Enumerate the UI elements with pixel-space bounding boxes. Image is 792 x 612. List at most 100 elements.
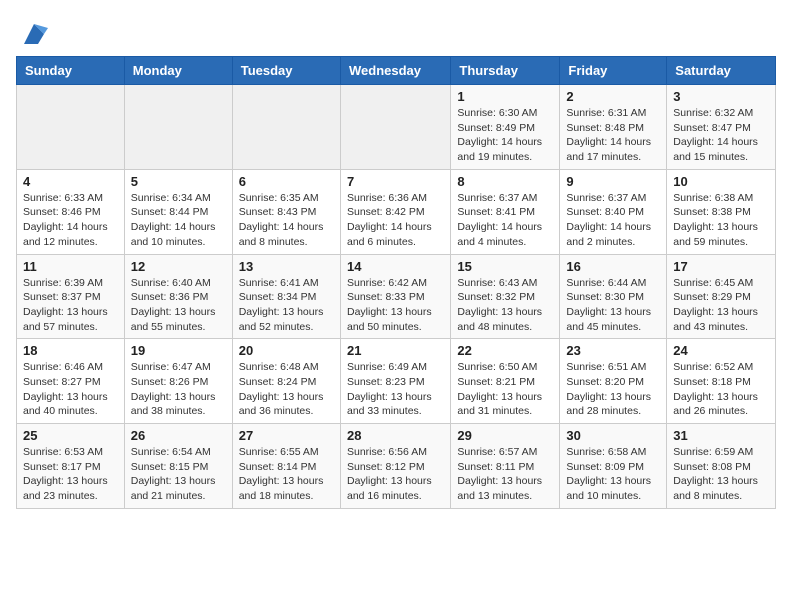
calendar-cell: 4 Sunrise: 6:33 AM Sunset: 8:46 PM Daylig… xyxy=(17,169,125,254)
day-info: Sunrise: 6:59 AM Sunset: 8:08 PM Dayligh… xyxy=(673,445,769,504)
calendar-cell xyxy=(232,85,340,170)
day-info: Sunrise: 6:41 AM Sunset: 8:34 PM Dayligh… xyxy=(239,276,334,335)
day-number: 8 xyxy=(457,174,553,189)
calendar-cell: 30 Sunrise: 6:58 AM Sunset: 8:09 PM Dayli… xyxy=(560,424,667,509)
day-info: Sunrise: 6:52 AM Sunset: 8:18 PM Dayligh… xyxy=(673,360,769,419)
day-info: Sunrise: 6:43 AM Sunset: 8:32 PM Dayligh… xyxy=(457,276,553,335)
day-number: 24 xyxy=(673,343,769,358)
day-header-monday: Monday xyxy=(124,57,232,85)
calendar-cell: 13 Sunrise: 6:41 AM Sunset: 8:34 PM Dayli… xyxy=(232,254,340,339)
calendar-cell xyxy=(17,85,125,170)
calendar-table: SundayMondayTuesdayWednesdayThursdayFrid… xyxy=(16,56,776,509)
calendar-cell: 31 Sunrise: 6:59 AM Sunset: 8:08 PM Dayli… xyxy=(667,424,776,509)
calendar-week-2: 11 Sunrise: 6:39 AM Sunset: 8:37 PM Dayli… xyxy=(17,254,776,339)
calendar-cell: 21 Sunrise: 6:49 AM Sunset: 8:23 PM Dayli… xyxy=(340,339,450,424)
day-info: Sunrise: 6:36 AM Sunset: 8:42 PM Dayligh… xyxy=(347,191,444,250)
day-info: Sunrise: 6:57 AM Sunset: 8:11 PM Dayligh… xyxy=(457,445,553,504)
calendar-cell: 11 Sunrise: 6:39 AM Sunset: 8:37 PM Dayli… xyxy=(17,254,125,339)
calendar-cell: 26 Sunrise: 6:54 AM Sunset: 8:15 PM Dayli… xyxy=(124,424,232,509)
day-number: 4 xyxy=(23,174,118,189)
day-number: 13 xyxy=(239,259,334,274)
day-number: 6 xyxy=(239,174,334,189)
day-number: 1 xyxy=(457,89,553,104)
calendar-cell xyxy=(124,85,232,170)
calendar-cell: 28 Sunrise: 6:56 AM Sunset: 8:12 PM Dayli… xyxy=(340,424,450,509)
day-info: Sunrise: 6:42 AM Sunset: 8:33 PM Dayligh… xyxy=(347,276,444,335)
calendar-cell: 6 Sunrise: 6:35 AM Sunset: 8:43 PM Daylig… xyxy=(232,169,340,254)
day-info: Sunrise: 6:30 AM Sunset: 8:49 PM Dayligh… xyxy=(457,106,553,165)
day-info: Sunrise: 6:55 AM Sunset: 8:14 PM Dayligh… xyxy=(239,445,334,504)
day-number: 29 xyxy=(457,428,553,443)
day-info: Sunrise: 6:47 AM Sunset: 8:26 PM Dayligh… xyxy=(131,360,226,419)
day-info: Sunrise: 6:35 AM Sunset: 8:43 PM Dayligh… xyxy=(239,191,334,250)
day-info: Sunrise: 6:32 AM Sunset: 8:47 PM Dayligh… xyxy=(673,106,769,165)
calendar-cell: 5 Sunrise: 6:34 AM Sunset: 8:44 PM Daylig… xyxy=(124,169,232,254)
calendar-cell: 9 Sunrise: 6:37 AM Sunset: 8:40 PM Daylig… xyxy=(560,169,667,254)
day-number: 15 xyxy=(457,259,553,274)
day-number: 17 xyxy=(673,259,769,274)
day-number: 21 xyxy=(347,343,444,358)
day-number: 9 xyxy=(566,174,660,189)
calendar-cell: 7 Sunrise: 6:36 AM Sunset: 8:42 PM Daylig… xyxy=(340,169,450,254)
day-info: Sunrise: 6:51 AM Sunset: 8:20 PM Dayligh… xyxy=(566,360,660,419)
day-info: Sunrise: 6:58 AM Sunset: 8:09 PM Dayligh… xyxy=(566,445,660,504)
day-info: Sunrise: 6:40 AM Sunset: 8:36 PM Dayligh… xyxy=(131,276,226,335)
logo-icon xyxy=(20,20,48,48)
day-header-friday: Friday xyxy=(560,57,667,85)
day-number: 18 xyxy=(23,343,118,358)
day-header-tuesday: Tuesday xyxy=(232,57,340,85)
header xyxy=(16,16,776,48)
day-number: 2 xyxy=(566,89,660,104)
day-info: Sunrise: 6:37 AM Sunset: 8:40 PM Dayligh… xyxy=(566,191,660,250)
calendar-week-1: 4 Sunrise: 6:33 AM Sunset: 8:46 PM Daylig… xyxy=(17,169,776,254)
calendar-cell: 29 Sunrise: 6:57 AM Sunset: 8:11 PM Dayli… xyxy=(451,424,560,509)
day-info: Sunrise: 6:48 AM Sunset: 8:24 PM Dayligh… xyxy=(239,360,334,419)
calendar-week-0: 1 Sunrise: 6:30 AM Sunset: 8:49 PM Daylig… xyxy=(17,85,776,170)
calendar-cell: 17 Sunrise: 6:45 AM Sunset: 8:29 PM Dayli… xyxy=(667,254,776,339)
day-number: 14 xyxy=(347,259,444,274)
day-number: 30 xyxy=(566,428,660,443)
day-number: 16 xyxy=(566,259,660,274)
day-info: Sunrise: 6:53 AM Sunset: 8:17 PM Dayligh… xyxy=(23,445,118,504)
day-number: 19 xyxy=(131,343,226,358)
calendar-cell: 1 Sunrise: 6:30 AM Sunset: 8:49 PM Daylig… xyxy=(451,85,560,170)
calendar-cell: 14 Sunrise: 6:42 AM Sunset: 8:33 PM Dayli… xyxy=(340,254,450,339)
day-number: 31 xyxy=(673,428,769,443)
day-info: Sunrise: 6:49 AM Sunset: 8:23 PM Dayligh… xyxy=(347,360,444,419)
day-number: 23 xyxy=(566,343,660,358)
calendar-cell: 12 Sunrise: 6:40 AM Sunset: 8:36 PM Dayli… xyxy=(124,254,232,339)
day-number: 25 xyxy=(23,428,118,443)
day-number: 7 xyxy=(347,174,444,189)
day-header-wednesday: Wednesday xyxy=(340,57,450,85)
day-info: Sunrise: 6:54 AM Sunset: 8:15 PM Dayligh… xyxy=(131,445,226,504)
day-info: Sunrise: 6:44 AM Sunset: 8:30 PM Dayligh… xyxy=(566,276,660,335)
day-number: 11 xyxy=(23,259,118,274)
day-info: Sunrise: 6:37 AM Sunset: 8:41 PM Dayligh… xyxy=(457,191,553,250)
day-number: 28 xyxy=(347,428,444,443)
day-header-sunday: Sunday xyxy=(17,57,125,85)
day-number: 5 xyxy=(131,174,226,189)
day-number: 10 xyxy=(673,174,769,189)
day-number: 12 xyxy=(131,259,226,274)
day-info: Sunrise: 6:34 AM Sunset: 8:44 PM Dayligh… xyxy=(131,191,226,250)
day-info: Sunrise: 6:33 AM Sunset: 8:46 PM Dayligh… xyxy=(23,191,118,250)
day-info: Sunrise: 6:45 AM Sunset: 8:29 PM Dayligh… xyxy=(673,276,769,335)
logo xyxy=(16,20,48,48)
calendar-cell: 15 Sunrise: 6:43 AM Sunset: 8:32 PM Dayli… xyxy=(451,254,560,339)
calendar-cell: 23 Sunrise: 6:51 AM Sunset: 8:20 PM Dayli… xyxy=(560,339,667,424)
day-number: 20 xyxy=(239,343,334,358)
day-number: 22 xyxy=(457,343,553,358)
day-number: 26 xyxy=(131,428,226,443)
calendar-cell: 22 Sunrise: 6:50 AM Sunset: 8:21 PM Dayli… xyxy=(451,339,560,424)
day-info: Sunrise: 6:56 AM Sunset: 8:12 PM Dayligh… xyxy=(347,445,444,504)
calendar-cell: 8 Sunrise: 6:37 AM Sunset: 8:41 PM Daylig… xyxy=(451,169,560,254)
day-header-saturday: Saturday xyxy=(667,57,776,85)
day-info: Sunrise: 6:50 AM Sunset: 8:21 PM Dayligh… xyxy=(457,360,553,419)
calendar-week-3: 18Sunrise: 6:46 AM Sunset: 8:27 PM Dayli… xyxy=(17,339,776,424)
day-info: Sunrise: 6:39 AM Sunset: 8:37 PM Dayligh… xyxy=(23,276,118,335)
calendar-cell: 10 Sunrise: 6:38 AM Sunset: 8:38 PM Dayli… xyxy=(667,169,776,254)
calendar-header-row: SundayMondayTuesdayWednesdayThursdayFrid… xyxy=(17,57,776,85)
day-info: Sunrise: 6:31 AM Sunset: 8:48 PM Dayligh… xyxy=(566,106,660,165)
calendar-cell: 20 Sunrise: 6:48 AM Sunset: 8:24 PM Dayli… xyxy=(232,339,340,424)
day-info: Sunrise: 6:38 AM Sunset: 8:38 PM Dayligh… xyxy=(673,191,769,250)
